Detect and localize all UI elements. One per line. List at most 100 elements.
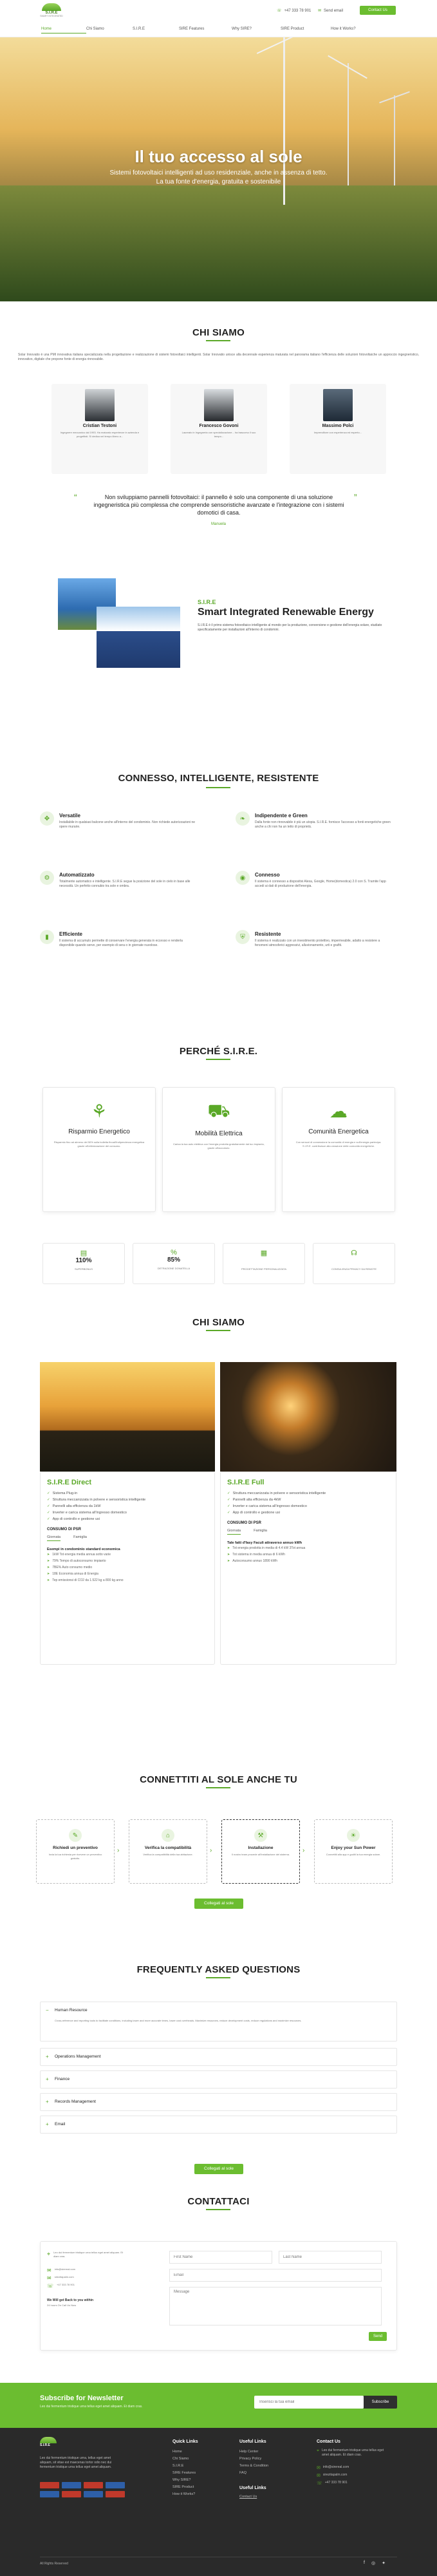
why-section: PERCHÉ S.I.R.E. ⚘ Risparmio Energetico R… — [0, 1030, 437, 1301]
product-stat-text: 7BE% Auto consumo medio — [52, 1566, 93, 1569]
feature-item: ❧ Indipendente e Green Dalla fonte non rin… — [236, 811, 396, 863]
tab-giornata[interactable]: Giornata — [227, 1529, 241, 1535]
footer-email[interactable]: ✉ info@sirereal.com — [317, 2465, 349, 2470]
leaf-icon: ❧ — [236, 811, 250, 826]
connect-sun-button[interactable]: Collegati al sole — [194, 1899, 243, 1909]
product-stat: ➤ Tot sistema in media annua di 6 kWh — [227, 1551, 389, 1558]
stat-value: 110% — [75, 1257, 92, 1264]
sire-kicker: S.I.R.E — [198, 599, 216, 605]
footer-useful-link[interactable]: FAQ — [239, 2470, 268, 2477]
footer-quick-link[interactable]: How it Works? — [172, 2491, 196, 2498]
mail-icon: ✉ — [47, 2268, 51, 2273]
footer-quick-link[interactable]: SIRE Features — [172, 2470, 196, 2477]
newsletter-title: Subscribe for Newsletter — [40, 2394, 124, 2402]
why-title: PERCHÉ S.I.R.E. — [179, 1046, 258, 1057]
first-name-field[interactable] — [169, 2251, 272, 2264]
hours-text: 24 hours On Call Us Now — [47, 2304, 77, 2307]
tab-famiglia[interactable]: Famiglia — [254, 1529, 267, 1535]
stat-label: DETRAZIONE DONATELLA — [157, 1267, 191, 1270]
why-card-title: Risparmio Energetico — [68, 1128, 130, 1135]
product-title: S.I.R.E Full — [227, 1479, 265, 1486]
faq-connect-button[interactable]: Collegati al sole — [194, 2164, 243, 2174]
footer-useful-link[interactable]: Privacy Policy — [239, 2456, 268, 2463]
partner-badge — [40, 2482, 59, 2488]
faq-item[interactable]: − Human Resource Cross-reference and repor… — [40, 2002, 397, 2041]
footer-phone[interactable]: ☏ +47 333 78 901 — [317, 2481, 348, 2486]
footer-useful-link[interactable]: Terms & Condition — [239, 2463, 268, 2470]
footer-useful-link[interactable]: Help Center — [239, 2448, 268, 2456]
faq-item[interactable]: + Email — [40, 2116, 397, 2134]
consumo-tabs: Giornata Famiglia — [227, 1529, 389, 1535]
nav-why-sire[interactable]: Why SIRE? — [232, 27, 281, 33]
sunset-pylon-image — [40, 1362, 215, 1472]
facebook-icon[interactable]: f — [364, 2561, 365, 2566]
newsletter-text: Leo dui fermentum tristique urna tellus … — [40, 2405, 143, 2409]
team-bio: Laureato in Ingegneria con specializzazi… — [181, 431, 256, 438]
product-card-full: S.I.R.E Full ✓ Struttura meccanizzata in p… — [220, 1472, 396, 1665]
logo-subtitle: SMART INTEGRATED — [40, 15, 63, 17]
step-card: ✎ Richiedi un preventivo Invia la tua rich… — [36, 1819, 115, 1884]
header-email[interactable]: ✉ Send email — [318, 8, 343, 14]
footer-logo[interactable]: S.I.R.E — [40, 2437, 66, 2451]
plus-icon: + — [46, 2076, 49, 2082]
mail-icon: ✉ — [47, 2275, 51, 2281]
energy-icon: ➤ — [47, 1572, 50, 1576]
faq-item[interactable]: + Operations Management — [40, 2048, 397, 2066]
team-name: Cristian Testoni — [82, 424, 117, 428]
footer-quick-link[interactable]: S.I.R.E — [172, 2463, 196, 2470]
footer-email-2[interactable]: ✉ sirezitapalm.com — [317, 2473, 347, 2478]
headset-icon: ☊ — [351, 1249, 357, 1257]
consumo-title: CONSUMO DI PSR — [47, 1528, 82, 1531]
feature-title: Resistente — [255, 931, 281, 937]
footer-quick-link[interactable]: Chi Siamo — [172, 2456, 196, 2463]
contact-email-2[interactable]: ✉ sirezitapalm.com — [47, 2275, 74, 2281]
newsletter-email-input[interactable] — [254, 2396, 364, 2409]
feature-item: ⚙ Automatizzato Totalmente automatico e in… — [40, 871, 201, 922]
nav-how-it-works[interactable]: How it Works? — [331, 27, 382, 33]
contact-title: CONTATTACI — [187, 2196, 250, 2207]
nav-sire[interactable]: S.I.R.E — [133, 27, 179, 33]
tab-famiglia[interactable]: Famiglia — [73, 1535, 87, 1541]
contact-phone[interactable]: ☏ +47 333 78 901 — [47, 2283, 75, 2289]
stat-label: PROGETTAZIONE PERSONALIZZATA — [241, 1267, 286, 1271]
plus-icon: + — [46, 2121, 49, 2127]
percent-icon: % — [171, 1249, 177, 1256]
product-stat-text: 79% Tempo di autoconsumo impianto — [52, 1559, 106, 1563]
nav-sire-product[interactable]: SIRE Product — [281, 27, 331, 33]
step-text: Verifica la compatibilità della tua abit… — [143, 1853, 193, 1856]
stat-value — [313, 1257, 395, 1265]
footer-quick-link[interactable]: Why SIRE? — [172, 2477, 196, 2484]
product-bullet: ✓ App di controllo e gestione usi — [227, 1510, 389, 1516]
tab-giornata[interactable]: Giornata — [47, 1535, 61, 1541]
footer-quick-link[interactable]: Home — [172, 2448, 196, 2456]
footer-quick-link[interactable]: SIRE Product — [172, 2484, 196, 2491]
faq-item[interactable]: + Finance — [40, 2070, 397, 2088]
why-card: ☁ Comunità Energetica Con sensori di con… — [282, 1087, 395, 1212]
product-bullet-text: Pannelli alta efficienza da 4kW — [232, 1498, 281, 1502]
email-field[interactable] — [169, 2269, 382, 2282]
nav-chi-siamo[interactable]: Chi Siamo — [86, 27, 133, 33]
twitter-icon[interactable]: ✦ — [382, 2561, 386, 2566]
about-section: CHI SIAMO Solar Innovatio è una PMI inno… — [0, 301, 437, 585]
subscribe-button[interactable]: Subscribe — [364, 2396, 397, 2409]
footer-contact-link[interactable]: Contact Us — [239, 2495, 257, 2499]
contact-us-button[interactable]: Contact Us — [360, 6, 396, 15]
site-logo[interactable]: S.I.R.E SMART INTEGRATED — [37, 3, 66, 20]
nav-home[interactable]: Home — [41, 27, 86, 33]
header-phone[interactable]: ☏ +47 333 78 901 — [277, 8, 311, 14]
product-bullet-text: Struttura meccanizzata in polvere e sens… — [52, 1498, 146, 1502]
footer-phone-text: +47 333 78 901 — [324, 2481, 348, 2485]
last-name-field[interactable] — [279, 2251, 382, 2264]
instagram-icon[interactable]: ◎ — [371, 2561, 375, 2566]
nav-sire-features[interactable]: SIRE Features — [179, 27, 232, 33]
address-text: Leo dui fermentum tristique urna tellus … — [53, 2251, 124, 2258]
message-field[interactable] — [169, 2287, 382, 2325]
faq-item[interactable]: + Records Management — [40, 2093, 397, 2111]
step-title: Richiedi un preventivo — [53, 1846, 98, 1850]
why-card-title: Comunità Energetica — [308, 1128, 369, 1135]
footer-email-text: sirezitapalm.com — [322, 2473, 348, 2477]
product-stat: ➤ 18E Economia annua di Energia — [47, 1571, 208, 1577]
contact-email-1[interactable]: ✉ info@sirereal.com — [47, 2268, 75, 2273]
send-button[interactable]: Send — [369, 2332, 387, 2341]
step-title: Verifica la compatibilità — [144, 1846, 192, 1850]
